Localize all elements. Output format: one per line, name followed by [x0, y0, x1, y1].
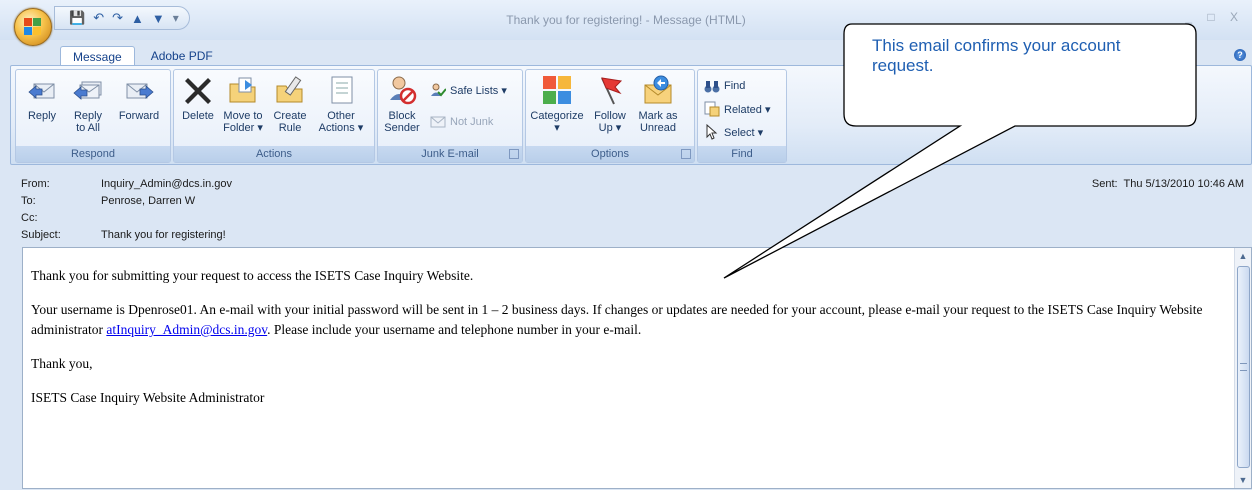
group-find: Find Related ▾ Select ▾ Find: [697, 69, 787, 163]
body-paragraph-1: Thank you for submitting your request to…: [31, 268, 474, 283]
related-icon: [704, 101, 720, 117]
subject-value: Thank you for registering!: [101, 229, 226, 241]
move-folder-icon: [227, 74, 259, 106]
outlook-message-window: Thank you for registering! - Message (HT…: [0, 0, 1252, 490]
junk-dialog-launcher-icon[interactable]: [509, 149, 519, 159]
office-logo-icon: [24, 18, 42, 36]
reply-all-icon: [72, 74, 104, 106]
not-junk-button[interactable]: Not Junk: [430, 114, 493, 130]
move-to-folder-button[interactable]: Move to Folder ▾: [220, 74, 266, 134]
message-body[interactable]: Thank you for submitting your request to…: [22, 247, 1252, 489]
follow-up-button[interactable]: Follow Up ▾: [588, 74, 632, 134]
from-value[interactable]: Inquiry_Admin@dcs.in.gov: [101, 178, 232, 190]
mark-unread-icon: [642, 74, 674, 106]
from-label: From:: [21, 178, 50, 190]
scroll-thumb[interactable]: [1237, 266, 1250, 468]
help-icon[interactable]: ?: [1234, 49, 1246, 61]
callout-text: This email confirms your account request…: [872, 36, 1121, 75]
window-controls[interactable]: _ □ X: [1185, 10, 1244, 24]
categorize-icon: [541, 74, 573, 106]
ribbon: Reply Reply to All Forward Respond Delet…: [10, 65, 1252, 165]
safe-lists-button[interactable]: Safe Lists ▾: [430, 82, 507, 98]
office-button[interactable]: [14, 8, 52, 46]
sent-label: Sent:: [1091, 178, 1118, 190]
not-junk-icon: [430, 114, 446, 130]
forward-button[interactable]: Forward: [114, 74, 164, 122]
forward-icon: [123, 74, 155, 106]
message-text: Thank you for submitting your request to…: [31, 266, 1216, 422]
save-icon[interactable]: 💾: [69, 10, 85, 26]
cc-label: Cc:: [21, 212, 38, 224]
group-label-options: Options: [526, 146, 694, 162]
next-item-icon[interactable]: ▼: [152, 11, 165, 26]
subject-label: Subject:: [21, 229, 61, 241]
group-options: Categorize ▾ Follow Up ▾ Mark as Unread …: [525, 69, 695, 163]
binoculars-icon: [704, 78, 720, 94]
options-dialog-launcher-icon[interactable]: [681, 149, 691, 159]
reply-button[interactable]: Reply: [22, 74, 62, 122]
redo-icon[interactable]: ↷: [112, 10, 123, 26]
sent-value: Thu 5/13/2010 10:46 AM: [1123, 178, 1244, 190]
body-paragraph-2: Your username is Dpenrose01. An e-mail w…: [31, 302, 1203, 337]
previous-item-icon[interactable]: ▲: [131, 11, 144, 26]
group-label-junk-email: Junk E-mail: [378, 146, 522, 162]
block-sender-icon: [386, 74, 418, 106]
mark-as-unread-button[interactable]: Mark as Unread: [634, 74, 682, 134]
cursor-icon: [704, 123, 720, 140]
group-actions: Delete Move to Folder ▾ Create Rule Othe…: [173, 69, 375, 163]
scroll-up-icon[interactable]: ▲: [1235, 248, 1251, 264]
reply-icon: [26, 74, 58, 106]
customize-qat-button[interactable]: ▾: [173, 11, 179, 25]
block-sender-button[interactable]: Block Sender: [382, 74, 422, 134]
tab-adobe-pdf[interactable]: Adobe PDF: [139, 46, 225, 66]
tab-message[interactable]: Message: [60, 46, 135, 66]
vertical-scrollbar[interactable]: ▲ ▼: [1234, 248, 1251, 488]
other-actions-icon: [325, 74, 357, 106]
reply-all-button[interactable]: Reply to All: [66, 74, 110, 134]
group-respond: Reply Reply to All Forward Respond: [15, 69, 171, 163]
flag-icon: [594, 74, 626, 106]
delete-button[interactable]: Delete: [178, 74, 218, 122]
admin-email-link[interactable]: atInquiry_Admin@dcs.in.gov: [106, 322, 267, 337]
message-header: From: Inquiry_Admin@dcs.in.gov To: Penro…: [0, 170, 1252, 246]
scroll-down-icon[interactable]: ▼: [1235, 472, 1251, 488]
scroll-grip-icon: [1240, 363, 1247, 371]
find-button[interactable]: Find: [704, 78, 745, 94]
related-button[interactable]: Related ▾: [704, 101, 771, 117]
ribbon-tabs: Message Adobe PDF: [60, 46, 225, 66]
create-rule-icon: [274, 74, 306, 106]
to-value[interactable]: Penrose, Darren W: [101, 195, 195, 207]
body-paragraph-3: Thank you,: [31, 356, 93, 371]
to-label: To:: [21, 195, 36, 207]
group-label-actions: Actions: [174, 146, 374, 162]
body-signature: ISETS Case Inquiry Website Administrator: [31, 390, 265, 405]
select-button[interactable]: Select ▾: [704, 123, 763, 140]
create-rule-button[interactable]: Create Rule: [268, 74, 312, 134]
categorize-button[interactable]: Categorize ▾: [528, 74, 586, 134]
quick-access-toolbar: 💾 ↶ ↷ ▲ ▼ ▾: [54, 6, 190, 30]
delete-icon: [182, 74, 214, 106]
sent-info: Sent: Thu 5/13/2010 10:46 AM: [1092, 178, 1244, 190]
group-junk-email: Block Sender Safe Lists ▾ Not Junk Junk …: [377, 69, 523, 163]
other-actions-button[interactable]: Other Actions ▾: [314, 74, 368, 134]
group-label-find: Find: [698, 146, 786, 162]
safe-lists-icon: [430, 82, 447, 98]
undo-icon[interactable]: ↶: [93, 10, 104, 26]
group-label-respond: Respond: [16, 146, 170, 162]
